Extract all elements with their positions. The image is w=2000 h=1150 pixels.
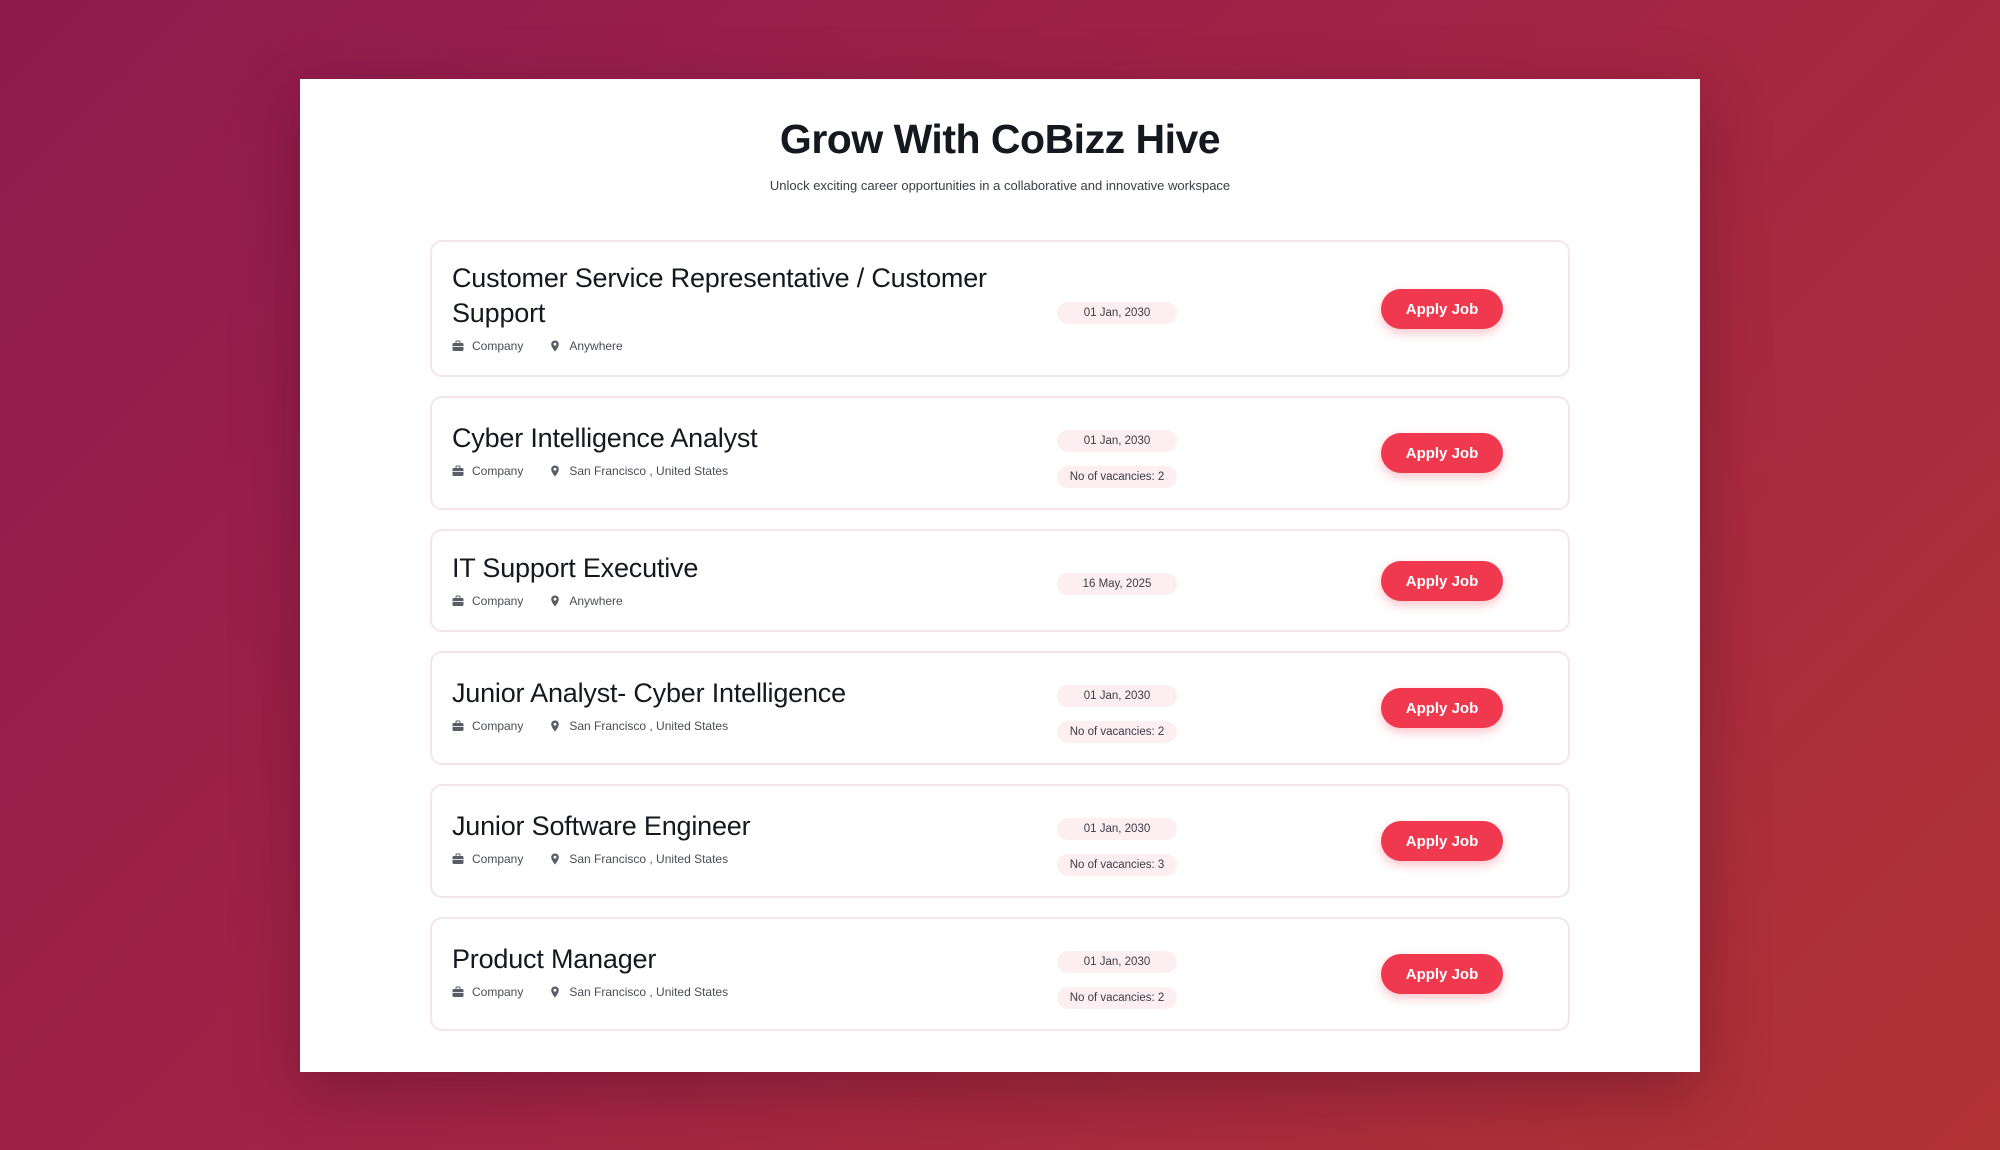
map-pin-icon: [551, 340, 560, 352]
apply-job-button[interactable]: Apply Job: [1381, 433, 1503, 473]
briefcase-icon: [452, 986, 464, 997]
job-vacancies-badge: No of vacancies: 2: [1057, 466, 1177, 488]
briefcase-icon: [452, 720, 464, 731]
careers-header: Grow With CoBizz Hive Unlock exciting ca…: [300, 79, 1700, 195]
job-location-label: San Francisco , United States: [569, 719, 729, 733]
map-pin-icon: [551, 595, 560, 607]
job-company: Company: [452, 852, 523, 866]
job-location: Anywhere: [549, 594, 623, 608]
job-title[interactable]: Customer Service Representative / Custom…: [452, 261, 1052, 331]
job-title[interactable]: Cyber Intelligence Analyst: [452, 421, 1052, 456]
job-company: Company: [452, 594, 523, 608]
job-date-badge: 01 Jan, 2030: [1057, 430, 1177, 452]
job-location-label: San Francisco , United States: [569, 985, 729, 999]
job-date-badge: 01 Jan, 2030: [1057, 685, 1177, 707]
job-date-badge: 16 May, 2025: [1057, 573, 1177, 595]
job-card: Customer Service Representative / Custom…: [430, 240, 1570, 377]
job-title[interactable]: Junior Analyst- Cyber Intelligence: [452, 676, 1052, 711]
job-list: Customer Service Representative / Custom…: [430, 240, 1570, 1050]
job-date-badge: 01 Jan, 2030: [1057, 818, 1177, 840]
apply-job-button[interactable]: Apply Job: [1381, 821, 1503, 861]
job-company: Company: [452, 464, 523, 478]
job-location: San Francisco , United States: [549, 719, 728, 733]
job-location: San Francisco , United States: [549, 985, 728, 999]
job-location-label: San Francisco , United States: [569, 852, 729, 866]
page-subtitle: Unlock exciting career opportunities in …: [769, 178, 1231, 194]
job-info: Customer Service Representative / Custom…: [452, 261, 1052, 353]
job-location-label: San Francisco , United States: [569, 464, 729, 478]
apply-job-button[interactable]: Apply Job: [1381, 289, 1503, 329]
briefcase-icon: [452, 465, 464, 476]
briefcase-icon: [452, 595, 464, 606]
job-badges: 01 Jan, 2030: [1057, 302, 1177, 324]
job-location: Anywhere: [549, 339, 623, 353]
job-title[interactable]: IT Support Executive: [452, 551, 1052, 586]
job-company-label: Company: [472, 852, 524, 866]
careers-panel: Grow With CoBizz Hive Unlock exciting ca…: [300, 79, 1700, 1072]
job-badges: 01 Jan, 2030 No of vacancies: 2: [1057, 430, 1177, 488]
job-meta: Company San Francisco , United States: [452, 464, 1052, 478]
job-meta: Company San Francisco , United States: [452, 985, 1052, 999]
job-company-label: Company: [472, 594, 524, 608]
map-pin-icon: [551, 986, 560, 998]
job-badges: 01 Jan, 2030 No of vacancies: 2: [1057, 951, 1177, 1009]
apply-job-button[interactable]: Apply Job: [1381, 688, 1503, 728]
map-pin-icon: [551, 720, 560, 732]
briefcase-icon: [452, 340, 464, 351]
job-title[interactable]: Product Manager: [452, 942, 1052, 977]
job-vacancies-badge: No of vacancies: 2: [1057, 721, 1177, 743]
job-date-badge: 01 Jan, 2030: [1057, 951, 1177, 973]
job-company: Company: [452, 339, 523, 353]
briefcase-icon: [452, 853, 464, 864]
map-pin-icon: [551, 853, 560, 865]
job-card: Junior Analyst- Cyber Intelligence Compa…: [430, 651, 1570, 765]
job-company-label: Company: [472, 719, 524, 733]
map-pin-icon: [551, 465, 560, 477]
job-badges: 01 Jan, 2030 No of vacancies: 2: [1057, 685, 1177, 743]
job-info: Junior Software Engineer Company San Fra…: [452, 809, 1052, 866]
job-company: Company: [452, 719, 523, 733]
job-meta: Company Anywhere: [452, 594, 1052, 608]
apply-job-button[interactable]: Apply Job: [1381, 561, 1503, 601]
job-badges: 01 Jan, 2030 No of vacancies: 3: [1057, 818, 1177, 876]
job-info: IT Support Executive Company Anywhere: [452, 551, 1052, 608]
job-location: San Francisco , United States: [549, 852, 728, 866]
job-date-badge: 01 Jan, 2030: [1057, 302, 1177, 324]
job-company-label: Company: [472, 464, 524, 478]
page-title: Grow With CoBizz Hive: [779, 116, 1221, 162]
job-card: IT Support Executive Company Anywhere 16…: [430, 529, 1570, 632]
job-card: Product Manager Company San Francisco , …: [430, 917, 1570, 1031]
job-company-label: Company: [472, 985, 524, 999]
job-location: San Francisco , United States: [549, 464, 728, 478]
job-info: Cyber Intelligence Analyst Company San F…: [452, 421, 1052, 478]
job-company: Company: [452, 985, 523, 999]
job-location-label: Anywhere: [569, 594, 623, 608]
job-vacancies-badge: No of vacancies: 2: [1057, 987, 1177, 1009]
job-meta: Company San Francisco , United States: [452, 852, 1052, 866]
job-card: Cyber Intelligence Analyst Company San F…: [430, 396, 1570, 510]
job-vacancies-badge: No of vacancies: 3: [1057, 854, 1177, 876]
job-info: Junior Analyst- Cyber Intelligence Compa…: [452, 676, 1052, 733]
job-card: Junior Software Engineer Company San Fra…: [430, 784, 1570, 898]
job-title[interactable]: Junior Software Engineer: [452, 809, 1052, 844]
job-info: Product Manager Company San Francisco , …: [452, 942, 1052, 999]
apply-job-button[interactable]: Apply Job: [1381, 954, 1503, 994]
job-company-label: Company: [472, 339, 524, 353]
job-meta: Company San Francisco , United States: [452, 719, 1052, 733]
job-meta: Company Anywhere: [452, 339, 1052, 353]
job-location-label: Anywhere: [569, 339, 623, 353]
job-badges: 16 May, 2025: [1057, 573, 1177, 595]
